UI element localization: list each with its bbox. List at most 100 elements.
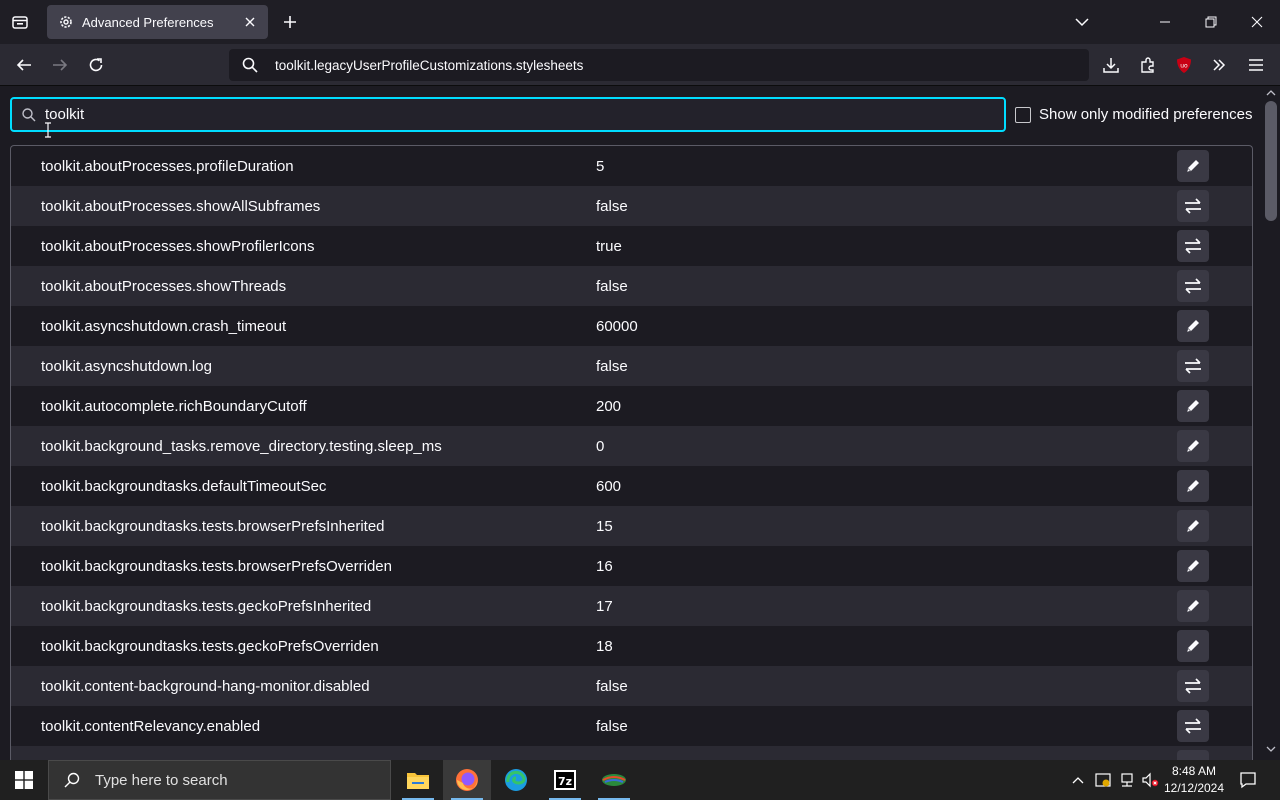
firefox-view-button[interactable]	[0, 0, 40, 44]
taskbar-app-firefox[interactable]	[443, 760, 491, 800]
pref-row[interactable]: toolkit.content-background-hang-monitor.…	[11, 666, 1252, 706]
edit-pref-button[interactable]	[1177, 510, 1209, 542]
scrollbar-thumb[interactable]	[1265, 101, 1277, 221]
pref-row[interactable]	[11, 746, 1252, 760]
edit-pref-button[interactable]	[1177, 550, 1209, 582]
tab-title: Advanced Preferences	[82, 14, 214, 30]
pref-value: 15	[596, 517, 613, 535]
edit-pref-button[interactable]	[1177, 390, 1209, 422]
pref-row[interactable]: toolkit.aboutProcesses.showProfilerIcons…	[11, 226, 1252, 266]
restore-button[interactable]	[1188, 0, 1234, 44]
show-modified-checkbox[interactable]	[1015, 106, 1031, 123]
pencil-icon	[1187, 520, 1199, 532]
swap-arrows-icon	[1185, 678, 1201, 694]
pref-row[interactable]: toolkit.backgroundtasks.tests.geckoPrefs…	[11, 586, 1252, 626]
download-icon	[1103, 58, 1119, 73]
search-value[interactable]: toolkit	[45, 106, 84, 123]
edit-pref-button[interactable]	[1177, 310, 1209, 342]
pref-value: 600	[596, 477, 622, 495]
taskbar-search-box[interactable]: Type here to search	[48, 760, 391, 800]
ublock-shield-icon: uo	[1177, 57, 1191, 73]
edit-pref-button[interactable]	[1177, 590, 1209, 622]
minimize-icon	[1160, 21, 1170, 23]
show-modified-toggle[interactable]: Show only modified preferences	[1015, 106, 1252, 123]
tray-security-button[interactable]	[1092, 760, 1114, 800]
url-bar[interactable]: toolkit.legacyUserProfileCustomizations.…	[229, 49, 1089, 81]
arrow-right-icon	[53, 59, 68, 71]
pref-row[interactable]: toolkit.asyncshutdown.crash_timeout 60000	[11, 306, 1252, 346]
edit-pref-button[interactable]	[1177, 470, 1209, 502]
pref-name: toolkit.contentRelevancy.enabled	[41, 717, 261, 735]
show-modified-label: Show only modified preferences	[1039, 106, 1253, 123]
swap-arrows-icon	[1185, 718, 1201, 734]
volume-muted-icon	[1142, 772, 1159, 788]
pref-row[interactable]: toolkit.aboutProcesses.showThreads false	[11, 266, 1252, 306]
pref-row[interactable]: toolkit.aboutProcesses.showAllSubframes f…	[11, 186, 1252, 226]
taskbar-clock[interactable]: 8:48 AM 12/12/2024	[1162, 763, 1226, 797]
pencil-icon	[1187, 160, 1199, 172]
toggle-pref-button[interactable]	[1177, 190, 1209, 222]
toggle-pref-button[interactable]	[1177, 670, 1209, 702]
edit-pref-button[interactable]	[1177, 750, 1209, 760]
minimize-button[interactable]	[1142, 0, 1188, 44]
edit-pref-button[interactable]	[1177, 430, 1209, 462]
reload-button[interactable]	[82, 51, 110, 79]
pref-row[interactable]: toolkit.aboutProcesses.profileDuration 5	[11, 146, 1252, 186]
edge-icon	[505, 769, 527, 791]
pref-row[interactable]: toolkit.autocomplete.richBoundaryCutoff 2…	[11, 386, 1252, 426]
edit-pref-button[interactable]	[1177, 630, 1209, 662]
pref-name: toolkit.backgroundtasks.tests.browserPre…	[41, 557, 392, 575]
tray-volume-button[interactable]	[1139, 760, 1161, 800]
downloads-button[interactable]	[1097, 51, 1125, 79]
app-menu-button[interactable]	[1242, 51, 1270, 79]
plus-icon	[284, 16, 296, 28]
toggle-pref-button[interactable]	[1177, 230, 1209, 262]
scroll-down-icon[interactable]	[1266, 745, 1276, 753]
about-config-page: toolkit Show only modified preferences t…	[0, 87, 1280, 760]
toggle-pref-button[interactable]	[1177, 270, 1209, 302]
tab-advanced-preferences[interactable]: Advanced Preferences	[47, 5, 268, 39]
pref-row[interactable]: toolkit.contentRelevancy.enabled false	[11, 706, 1252, 746]
forward-button[interactable]	[46, 51, 74, 79]
taskbar-app-file-explorer[interactable]	[394, 760, 442, 800]
ublock-origin-button[interactable]: uo	[1170, 51, 1198, 79]
preference-search-input[interactable]: toolkit	[10, 97, 1006, 132]
app-icon	[602, 774, 626, 786]
extensions-button[interactable]	[1134, 51, 1162, 79]
tray-network-button[interactable]	[1116, 760, 1138, 800]
pref-row[interactable]: toolkit.backgroundtasks.tests.browserPre…	[11, 506, 1252, 546]
tab-close-button[interactable]	[240, 12, 260, 32]
pref-row[interactable]: toolkit.backgroundtasks.tests.browserPre…	[11, 546, 1252, 586]
notification-center-button[interactable]	[1234, 760, 1262, 800]
close-icon	[245, 17, 255, 27]
show-hidden-icons-button[interactable]	[1068, 760, 1088, 800]
preferences-table: toolkit.aboutProcesses.profileDuration 5 t…	[10, 145, 1253, 760]
more-tools-button[interactable]	[1205, 51, 1233, 79]
page-scrollbar[interactable]	[1262, 87, 1280, 760]
list-all-tabs-button[interactable]	[1070, 10, 1094, 34]
clock-date: 12/12/2024	[1163, 781, 1225, 795]
toggle-pref-button[interactable]	[1177, 710, 1209, 742]
pref-row[interactable]: toolkit.asyncshutdown.log false	[11, 346, 1252, 386]
taskbar-app-edge[interactable]	[492, 760, 540, 800]
pref-row[interactable]: toolkit.background_tasks.remove_director…	[11, 426, 1252, 466]
taskbar-search-placeholder: Type here to search	[95, 771, 228, 789]
pref-value: 17	[596, 597, 613, 615]
back-button[interactable]	[10, 51, 38, 79]
pref-row[interactable]: toolkit.backgroundtasks.tests.geckoPrefs…	[11, 626, 1252, 666]
start-button[interactable]	[0, 760, 48, 800]
toggle-pref-button[interactable]	[1177, 350, 1209, 382]
url-text[interactable]: toolkit.legacyUserProfileCustomizations.…	[275, 58, 583, 73]
taskbar-app-7zip[interactable]: 7z	[541, 760, 589, 800]
swap-arrows-icon	[1185, 278, 1201, 294]
pref-row[interactable]: toolkit.backgroundtasks.defaultTimeoutSe…	[11, 466, 1252, 506]
new-tab-button[interactable]	[278, 10, 302, 34]
pref-name: toolkit.content-background-hang-monitor.…	[41, 677, 370, 695]
edit-pref-button[interactable]	[1177, 150, 1209, 182]
scroll-up-icon[interactable]	[1266, 89, 1276, 97]
clock-time: 8:48 AM	[1171, 764, 1217, 778]
close-window-button[interactable]	[1234, 0, 1280, 44]
svg-text:7z: 7z	[558, 775, 572, 788]
taskbar-app-other[interactable]	[590, 760, 638, 800]
puzzle-icon	[1141, 57, 1154, 73]
